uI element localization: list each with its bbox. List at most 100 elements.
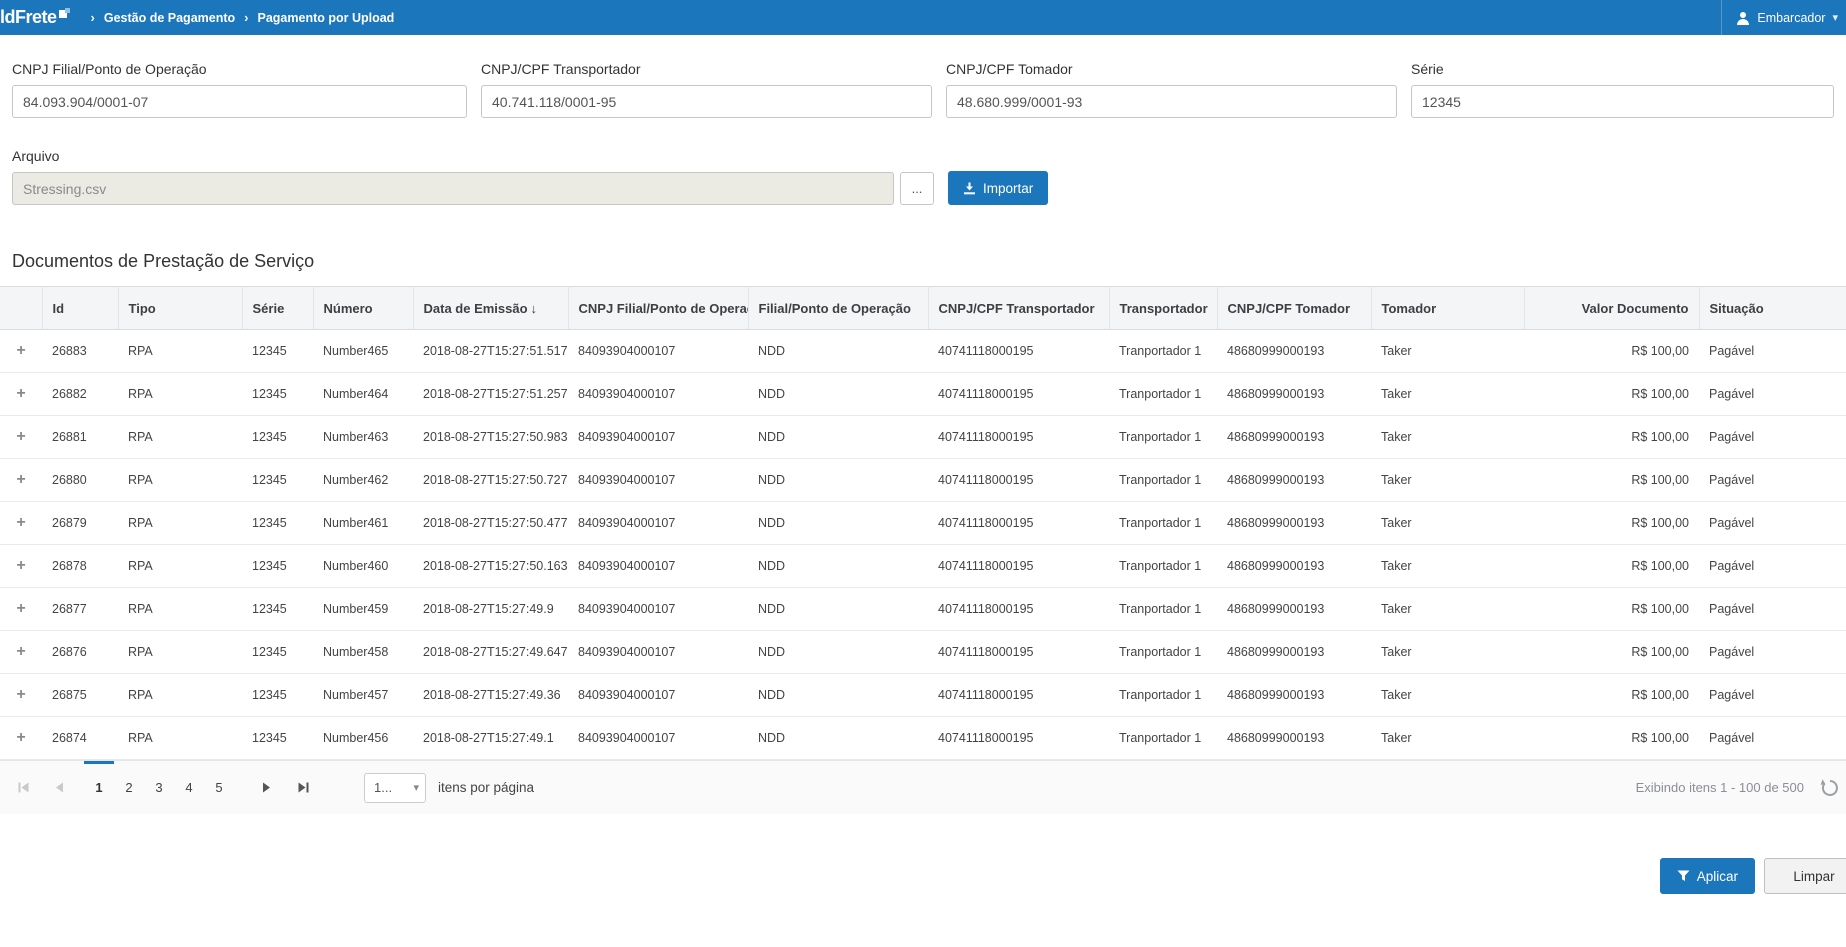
expand-row-icon[interactable]: + [13, 385, 29, 403]
cell-tipo: RPA [118, 631, 242, 674]
cnpj-filial-input[interactable] [12, 85, 467, 118]
cell-cnpj_transportador: 40741118000195 [928, 588, 1109, 631]
cell-cnpj_tomador: 48680999000193 [1217, 459, 1371, 502]
expand-row-icon[interactable]: + [13, 557, 29, 575]
cell-serie: 12345 [242, 631, 313, 674]
cell-cnpj_transportador: 40741118000195 [928, 502, 1109, 545]
expand-cell: + [0, 674, 42, 717]
cell-data_emissao: 2018-08-27T15:27:49.36 [413, 674, 568, 717]
cell-cnpj_transportador: 40741118000195 [928, 545, 1109, 588]
cell-id: 26878 [42, 545, 118, 588]
expand-row-icon[interactable]: + [13, 428, 29, 446]
cnpj-transportador-input[interactable] [481, 85, 932, 118]
cell-tomador: Taker [1371, 416, 1524, 459]
chevron-down-icon: ▾ [1832, 11, 1838, 24]
pager-next-button[interactable] [252, 773, 282, 803]
cell-valor: R$ 100,00 [1524, 502, 1699, 545]
expand-row-icon[interactable]: + [13, 600, 29, 618]
apply-button[interactable]: Aplicar [1660, 858, 1755, 894]
cell-numero: Number457 [313, 674, 413, 717]
cell-valor: R$ 100,00 [1524, 717, 1699, 760]
expand-row-icon[interactable]: + [13, 686, 29, 704]
table-row: +26883RPA12345Number4652018-08-27T15:27:… [0, 330, 1846, 373]
pager-prev-icon [54, 782, 64, 793]
cell-tipo: RPA [118, 330, 242, 373]
cell-cnpj_filial: 84093904000107 [568, 502, 748, 545]
expand-row-icon[interactable]: + [13, 643, 29, 661]
cell-situacao: Pagável [1699, 631, 1846, 674]
column-header-tipo[interactable]: Tipo [118, 287, 242, 330]
import-button-label: Importar [983, 181, 1033, 196]
cell-transportador: Tranportador 1 [1109, 459, 1217, 502]
pager-page-2[interactable]: 2 [114, 761, 144, 814]
expand-row-icon[interactable]: + [13, 729, 29, 747]
section-title: Documentos de Prestação de Serviço [12, 251, 1846, 272]
expand-cell: + [0, 588, 42, 631]
cell-serie: 12345 [242, 330, 313, 373]
column-header-filial[interactable]: Filial/Ponto de Operação [748, 287, 928, 330]
expand-row-icon[interactable]: + [13, 342, 29, 360]
cell-data_emissao: 2018-08-27T15:27:49.9 [413, 588, 568, 631]
cnpj-tomador-label: CNPJ/CPF Tomador [946, 61, 1397, 77]
cell-filial: NDD [748, 459, 928, 502]
pager-last-button[interactable] [288, 773, 318, 803]
pager-page-4[interactable]: 4 [174, 761, 204, 814]
column-header-numero[interactable]: Número [313, 287, 413, 330]
serie-input[interactable] [1411, 85, 1834, 118]
cell-filial: NDD [748, 373, 928, 416]
column-header-valor[interactable]: Valor Documento [1524, 287, 1699, 330]
cell-situacao: Pagável [1699, 717, 1846, 760]
column-header-transportador[interactable]: Transportador [1109, 287, 1217, 330]
pager-page-3[interactable]: 3 [144, 761, 174, 814]
grid-body: +26883RPA12345Number4652018-08-27T15:27:… [0, 330, 1846, 760]
cell-situacao: Pagável [1699, 588, 1846, 631]
user-menu-label: Embarcador [1757, 11, 1825, 25]
cell-data_emissao: 2018-08-27T15:27:49.1 [413, 717, 568, 760]
import-button[interactable]: Importar [948, 171, 1048, 205]
column-header-data_emissao[interactable]: Data de Emissão↓ [413, 287, 568, 330]
column-header-serie[interactable]: Série [242, 287, 313, 330]
cell-valor: R$ 100,00 [1524, 459, 1699, 502]
pager-page-5[interactable]: 5 [204, 761, 234, 814]
page-size-select[interactable]: 1... ▾ [364, 773, 426, 803]
cell-transportador: Tranportador 1 [1109, 416, 1217, 459]
cell-cnpj_tomador: 48680999000193 [1217, 717, 1371, 760]
cell-cnpj_tomador: 48680999000193 [1217, 502, 1371, 545]
app-logo[interactable]: ldFrete [0, 0, 70, 35]
pager-pages: 12345 [84, 761, 234, 814]
breadcrumb-chevron-icon: › [91, 10, 95, 25]
field-cnpj-transportador: CNPJ/CPF Transportador [481, 61, 932, 118]
cell-filial: NDD [748, 416, 928, 459]
column-header-cnpj_tomador[interactable]: CNPJ/CPF Tomador [1217, 287, 1371, 330]
serie-label: Série [1411, 61, 1834, 77]
user-menu[interactable]: Embarcador ▾ [1721, 0, 1846, 35]
cell-transportador: Tranportador 1 [1109, 631, 1217, 674]
column-header-id[interactable]: Id [42, 287, 118, 330]
cell-cnpj_tomador: 48680999000193 [1217, 330, 1371, 373]
pager-page-1[interactable]: 1 [84, 761, 114, 814]
pager: 12345 1... ▾ itens por página Exibindo i… [0, 760, 1846, 814]
cell-cnpj_tomador: 48680999000193 [1217, 674, 1371, 717]
cell-numero: Number460 [313, 545, 413, 588]
breadcrumb-item-gestao-de-pagamento[interactable]: Gestão de Pagamento [104, 11, 235, 25]
column-header-situacao[interactable]: Situação [1699, 287, 1846, 330]
column-header-cnpj_filial[interactable]: CNPJ Filial/Ponto de Operaç... [568, 287, 748, 330]
expand-row-icon[interactable]: + [13, 514, 29, 532]
refresh-icon[interactable] [1820, 778, 1840, 798]
field-arquivo: Arquivo [12, 148, 894, 205]
expand-row-icon[interactable]: + [13, 471, 29, 489]
cell-valor: R$ 100,00 [1524, 373, 1699, 416]
pager-prev-button[interactable] [44, 773, 74, 803]
cell-serie: 12345 [242, 459, 313, 502]
cell-id: 26875 [42, 674, 118, 717]
column-header-tomador[interactable]: Tomador [1371, 287, 1524, 330]
browse-button[interactable]: ... [900, 172, 934, 205]
column-header-cnpj_transportador[interactable]: CNPJ/CPF Transportador [928, 287, 1109, 330]
pager-first-button[interactable] [8, 773, 38, 803]
cnpj-tomador-input[interactable] [946, 85, 1397, 118]
cell-cnpj_transportador: 40741118000195 [928, 459, 1109, 502]
clear-button[interactable]: Limpar [1764, 858, 1846, 894]
cell-cnpj_tomador: 48680999000193 [1217, 631, 1371, 674]
cell-situacao: Pagável [1699, 373, 1846, 416]
cell-cnpj_tomador: 48680999000193 [1217, 373, 1371, 416]
